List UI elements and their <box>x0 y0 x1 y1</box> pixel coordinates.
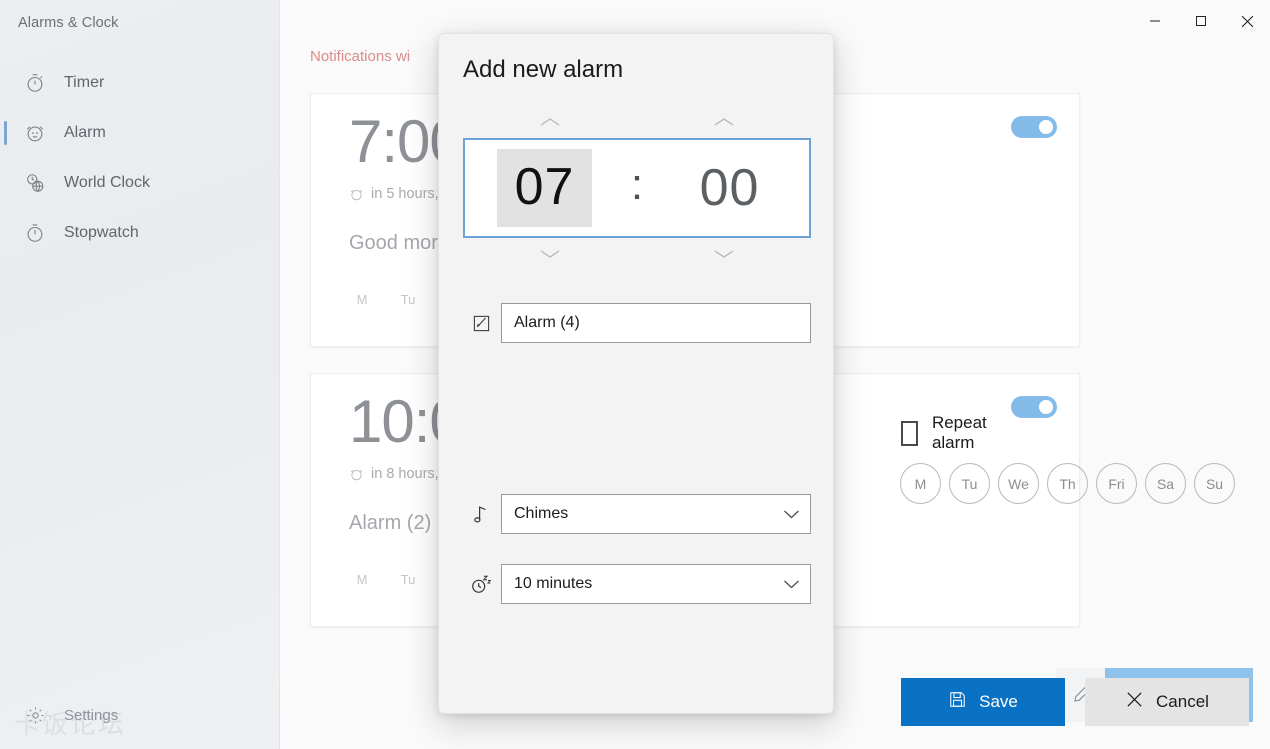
window-controls <box>1132 0 1270 42</box>
sidebar-item-label: Settings <box>64 706 119 724</box>
time-picker-down-row <box>463 238 811 270</box>
close-button[interactable] <box>1224 0 1270 42</box>
sidebar-item-label: Stopwatch <box>64 224 139 241</box>
save-disk-icon <box>948 690 967 714</box>
snooze-clock-icon <box>461 573 501 595</box>
dialog-days-row: M Tu We Th Fri Sa Su <box>900 463 1235 504</box>
alarm-day-chip: M <box>356 571 368 587</box>
alarm-name: Alarm (2) <box>349 512 432 534</box>
hour-value: 07 <box>496 149 593 227</box>
time-picker-box[interactable]: 07 : 00 <box>463 138 811 238</box>
sidebar-item-label: Alarm <box>64 124 106 141</box>
dialog-day-button[interactable]: Tu <box>949 463 990 504</box>
toggle-knob <box>1039 400 1053 414</box>
time-picker: 07 : 00 <box>463 106 811 270</box>
alarm-clock-icon <box>20 118 50 148</box>
sidebar-nav-list: Timer Alarm World Clock Stopwatch <box>0 58 280 258</box>
save-button[interactable]: Save <box>901 678 1065 726</box>
repeat-alarm-row[interactable]: Repeat alarm <box>901 413 995 453</box>
dialog-title: Add new alarm <box>463 56 624 83</box>
minimize-button[interactable] <box>1132 0 1178 42</box>
sidebar-item-alarm[interactable]: Alarm <box>0 108 280 158</box>
sidebar-item-label: World Clock <box>64 174 150 191</box>
alarm-sound-select[interactable]: Chimes <box>501 494 811 534</box>
time-picker-up-row <box>463 106 811 138</box>
alarm-enable-toggle[interactable] <box>1011 396 1057 418</box>
save-label: Save <box>979 692 1018 711</box>
sidebar-item-world-clock[interactable]: World Clock <box>0 158 280 208</box>
alarm-name-input[interactable]: Alarm (4) <box>501 303 811 343</box>
sidebar-item-label: Timer <box>64 74 105 91</box>
alarm-sound-value: Chimes <box>514 505 569 522</box>
timer-icon <box>20 68 50 98</box>
cancel-button[interactable]: Cancel <box>1085 678 1249 726</box>
time-colon: : <box>630 160 644 209</box>
minute-decrement-button[interactable] <box>637 238 811 270</box>
gear-icon <box>20 700 50 730</box>
alarm-name-row: Alarm (4) <box>461 303 811 343</box>
add-new-alarm-dialog: Add new alarm 07 : 00 Alarm (4) Repeat a… <box>438 33 1249 726</box>
minute-increment-button[interactable] <box>637 106 811 138</box>
alarm-bell-icon <box>349 187 364 202</box>
globe-clock-icon <box>20 168 50 198</box>
dialog-day-button[interactable]: Th <box>1047 463 1088 504</box>
repeat-alarm-checkbox[interactable] <box>901 420 918 446</box>
alarm-day-chip: Tu <box>400 291 416 307</box>
edit-pencil-icon <box>461 314 501 333</box>
hour-decrement-button[interactable] <box>463 238 637 270</box>
dialog-day-button[interactable]: M <box>900 463 941 504</box>
alarm-day-chip: Tu <box>400 571 416 587</box>
minute-value: 00 <box>699 159 760 217</box>
snooze-value: 10 minutes <box>514 575 593 592</box>
alarm-sound-row: Chimes <box>461 494 811 534</box>
close-x-icon <box>1125 690 1144 714</box>
alarms-and-clock-window: Alarms & Clock Timer Alarm World Clock S… <box>0 0 1270 749</box>
music-note-icon <box>461 503 501 525</box>
chevron-down-icon <box>783 509 800 520</box>
dialog-button-row: Save Cancel <box>901 678 1249 726</box>
hour-increment-button[interactable] <box>463 106 637 138</box>
chevron-down-icon <box>783 579 800 590</box>
toggle-knob <box>1039 120 1053 134</box>
hour-column[interactable]: 07 <box>465 140 624 236</box>
dialog-day-button[interactable]: Sa <box>1145 463 1186 504</box>
sidebar-item-settings[interactable]: Settings <box>0 691 280 739</box>
snooze-select[interactable]: 10 minutes <box>501 564 811 604</box>
alarm-bell-icon <box>349 467 364 482</box>
sidebar-item-stopwatch[interactable]: Stopwatch <box>0 208 280 258</box>
navigation-sidebar: Alarms & Clock Timer Alarm World Clock S… <box>0 0 280 749</box>
alarm-enable-toggle[interactable] <box>1011 116 1057 138</box>
snooze-row: 10 minutes <box>461 564 811 604</box>
minute-column[interactable]: 00 <box>650 140 809 236</box>
stopwatch-icon <box>20 218 50 248</box>
cancel-label: Cancel <box>1156 692 1209 711</box>
repeat-alarm-label: Repeat alarm <box>931 413 987 452</box>
maximize-button[interactable] <box>1178 0 1224 42</box>
alarm-day-chip: M <box>356 291 368 307</box>
sidebar-item-timer[interactable]: Timer <box>0 58 280 108</box>
dialog-day-button[interactable]: Fri <box>1096 463 1137 504</box>
dialog-day-button[interactable]: Su <box>1194 463 1235 504</box>
dialog-day-button[interactable]: We <box>998 463 1039 504</box>
